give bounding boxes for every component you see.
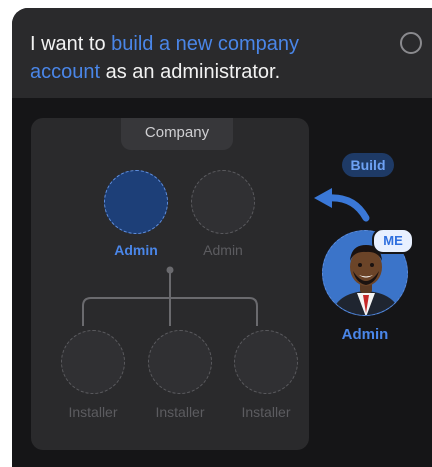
installer-node[interactable] xyxy=(148,330,212,394)
me-badge: ME xyxy=(372,228,414,254)
installer-node[interactable] xyxy=(61,330,125,394)
curved-arrow-icon xyxy=(314,188,370,222)
select-radio[interactable] xyxy=(400,32,422,54)
installer-label: Installer xyxy=(241,404,291,420)
build-badge: Build xyxy=(342,153,394,177)
admin-node-selected[interactable] xyxy=(104,170,168,234)
prompt-text-after: as an administrator. xyxy=(100,61,281,83)
admin-label-selected: Admin xyxy=(114,242,158,258)
scenario-card[interactable]: I want to build a new company account as… xyxy=(12,8,432,467)
installer-label: Installer xyxy=(155,404,205,420)
card-header: I want to build a new company account as… xyxy=(12,8,432,98)
prompt-text: I want to build a new company account as… xyxy=(30,30,360,86)
admin-node-empty[interactable] xyxy=(191,170,255,234)
admin-label-empty: Admin xyxy=(203,242,243,258)
org-connector-lines xyxy=(82,266,258,326)
prompt-text-before: I want to xyxy=(30,33,112,55)
company-org-panel: Company Admin Admin Installer Installer … xyxy=(31,118,309,450)
user-role-label: Admin xyxy=(341,326,389,343)
installer-node[interactable] xyxy=(234,330,298,394)
installer-label: Installer xyxy=(68,404,118,420)
